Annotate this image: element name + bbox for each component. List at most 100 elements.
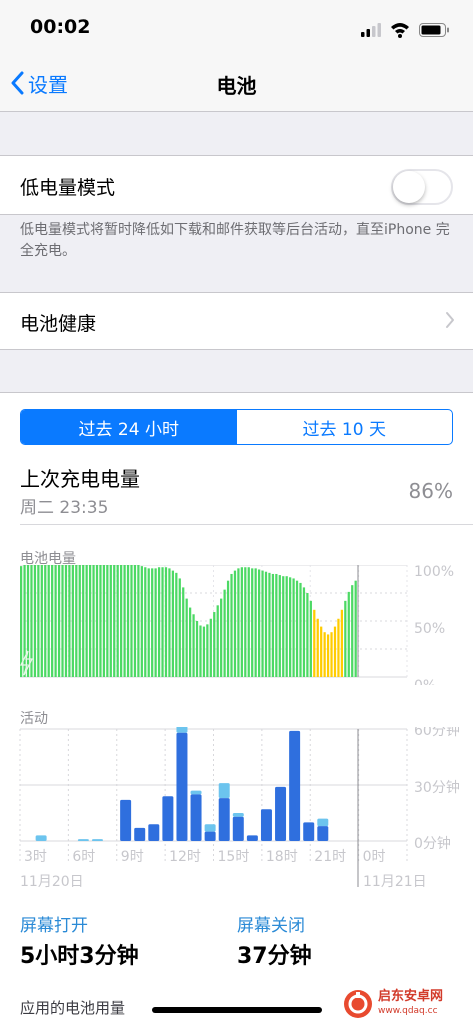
- time-range-segmented-control: 过去 24 小时 过去 10 天: [20, 409, 453, 445]
- activity-screen-off-bar: [204, 824, 216, 832]
- battery-level-bar: [126, 565, 130, 677]
- last-charge-title: 上次充电电量: [20, 467, 140, 491]
- battery-level-bar: [178, 578, 181, 677]
- battery-level-bar: [157, 567, 161, 677]
- battery-level-bar: [202, 626, 206, 677]
- activity-x-tick-label: 9时: [121, 849, 144, 865]
- activity-x-tick-label: 12时: [169, 849, 201, 865]
- battery-level-bar: [240, 567, 243, 677]
- activity-x-tick-label: 0时: [363, 849, 386, 865]
- battery-level-bar: [247, 567, 250, 677]
- activity-screen-on-bar: [148, 824, 160, 841]
- activity-tick-label: 60分钟: [414, 727, 460, 739]
- battery-level-bar: [137, 565, 140, 677]
- battery-level-bar: [26, 565, 30, 677]
- activity-screen-off-bar: [190, 790, 202, 795]
- activity-screen-on-bar: [162, 796, 174, 841]
- activity-screen-on-bar: [260, 809, 272, 841]
- battery-level-bar: [68, 565, 71, 677]
- activity-x-tick-label: 21时: [314, 849, 346, 865]
- low-power-label: 低电量模式: [20, 177, 116, 199]
- battery-level-bar: [295, 580, 299, 677]
- battery-level-bar: [175, 572, 178, 677]
- battery-level-bar: [120, 565, 123, 677]
- battery-level-bar: [302, 587, 306, 677]
- watermark-text: 启东安卓网: [378, 989, 444, 1004]
- battery-level-bar: [264, 571, 268, 677]
- activity-screen-on-bar: [317, 826, 329, 841]
- battery-level-bar: [54, 565, 57, 677]
- battery-level-bar: [154, 568, 157, 677]
- battery-level-bar: [278, 575, 281, 677]
- battery-level-bar: [289, 577, 292, 677]
- battery-level-bar: [306, 593, 309, 677]
- segment-last-24-hours[interactable]: 过去 24 小时: [21, 410, 237, 444]
- activity-screen-on-bar: [303, 822, 315, 841]
- battery-level-bar: [106, 565, 109, 677]
- segment-last-10-days[interactable]: 过去 10 天: [237, 410, 453, 444]
- activity-screen-on-bar: [120, 799, 132, 841]
- battery-level-bar: [275, 573, 278, 677]
- battery-level-bar: [57, 565, 61, 677]
- battery-level-bar: [47, 565, 50, 677]
- battery-level-bar: [123, 565, 126, 677]
- nav-bar: 设置 电池: [0, 56, 473, 112]
- battery-level-bar: [309, 600, 312, 677]
- battery-level-bar: [254, 568, 257, 677]
- battery-level-bar: [171, 570, 175, 677]
- battery-level-bar: [313, 609, 316, 677]
- watermark-logo-icon: [344, 990, 372, 1018]
- page-title: 电池: [216, 74, 257, 98]
- activity-date-left: 11月20日: [20, 874, 84, 890]
- battery-level-bar: [320, 626, 323, 677]
- battery-level-bar: [113, 565, 116, 677]
- battery-level-bar: [282, 576, 285, 677]
- activity-screen-on-bar: [232, 816, 244, 841]
- battery-level-bar: [268, 572, 271, 677]
- battery-health-cell[interactable]: 电池健康: [0, 292, 473, 350]
- battery-level-bar: [209, 618, 212, 677]
- battery-level-bar: [40, 565, 43, 677]
- wifi-icon: [391, 23, 409, 38]
- activity-screen-off-bar: [35, 835, 47, 841]
- battery-level-bar: [237, 568, 240, 677]
- activity-screen-on-bar: [176, 732, 188, 841]
- app-usage-label: 应用的电池用量: [20, 999, 126, 1017]
- activity-screen-off-bar: [91, 839, 103, 841]
- status-time: 00:02: [30, 16, 91, 38]
- status-bar: 00:02: [0, 0, 473, 56]
- battery-level-bar: [92, 565, 95, 677]
- battery-level-bar: [144, 567, 147, 677]
- low-power-toggle[interactable]: [391, 169, 453, 205]
- battery-level-bar: [292, 578, 295, 677]
- activity-chart: 60分钟 30分钟 0分钟 3时 6时 9时 12时 15时 18时 21时 0时 11月20…: [19, 727, 460, 890]
- battery-level-bar: [140, 566, 143, 677]
- battery-tick-label: 0%: [414, 678, 436, 685]
- battery-level-bar: [116, 565, 119, 677]
- divider: [20, 524, 473, 525]
- activity-x-tick-label: 6时: [72, 849, 95, 865]
- battery-level-bar: [85, 565, 88, 677]
- battery-level-bar: [347, 591, 350, 677]
- signal-icon: [361, 23, 381, 37]
- activity-chart-label: 活动: [20, 711, 48, 727]
- battery-level-bar: [344, 600, 347, 677]
- last-charge-percent: 86%: [408, 479, 453, 503]
- battery-level-bar: [354, 580, 357, 677]
- activity-screen-off-bar: [77, 839, 89, 841]
- watermark-url: www.qdaq.cc: [378, 1006, 438, 1016]
- activity-date-right: 11月21日: [363, 874, 427, 890]
- battery-level-bar: [326, 634, 330, 677]
- battery-level-bar: [64, 565, 68, 677]
- activity-x-tick-label: 18时: [266, 849, 298, 865]
- activity-screen-on-bar: [190, 794, 202, 841]
- battery-level-bar: [244, 567, 247, 677]
- home-indicator[interactable]: [152, 1007, 322, 1013]
- battery-level-bar: [133, 565, 137, 677]
- battery-level-bar: [340, 609, 344, 677]
- battery-level-bar: [71, 565, 74, 677]
- battery-level-bar: [330, 632, 333, 677]
- battery-level-bar: [102, 565, 106, 677]
- activity-screen-on-bar: [134, 827, 146, 841]
- battery-level-bar: [251, 568, 254, 677]
